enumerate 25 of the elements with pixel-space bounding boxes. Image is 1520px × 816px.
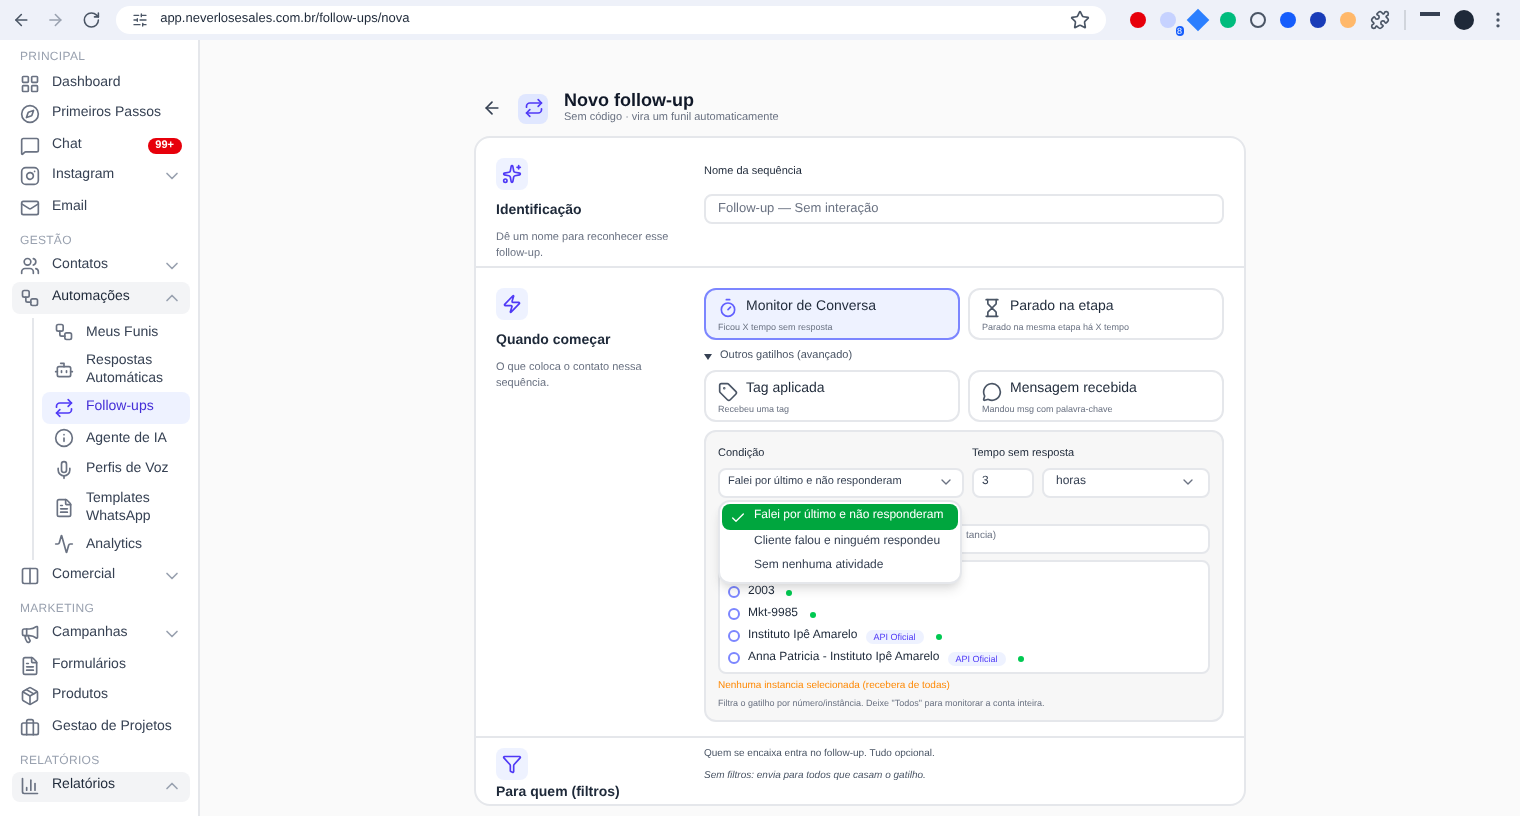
- reload-icon[interactable]: [81, 10, 101, 30]
- option-icon: [718, 298, 738, 319]
- radio-button[interactable]: [728, 586, 740, 598]
- bookmark-star-icon[interactable]: [1070, 10, 1091, 30]
- check-icon: [730, 509, 746, 525]
- section-icon: [496, 158, 528, 190]
- back-icon[interactable]: [12, 10, 31, 30]
- profile-avatar[interactable]: [1454, 10, 1475, 30]
- chevron-down-icon: [938, 474, 954, 490]
- header-icon: [518, 93, 548, 123]
- chevron-down-icon: [1180, 474, 1196, 490]
- option-icon: [982, 381, 1002, 401]
- extension-icon[interactable]: [1130, 12, 1147, 28]
- page-title: Novo follow-up: [564, 89, 696, 110]
- back-arrow-icon[interactable]: [482, 98, 502, 118]
- section-icon: [496, 747, 528, 780]
- option-icon: [718, 381, 738, 401]
- radio-button[interactable]: [728, 608, 740, 620]
- extension-icon[interactable]: [1186, 8, 1210, 32]
- site-settings-icon: [132, 12, 149, 28]
- option-icon: [982, 298, 1002, 319]
- section-icon: [496, 288, 528, 320]
- extensions-puzzle-icon[interactable]: [1370, 10, 1391, 30]
- radio-button[interactable]: [728, 652, 740, 664]
- radio-button[interactable]: [728, 630, 740, 642]
